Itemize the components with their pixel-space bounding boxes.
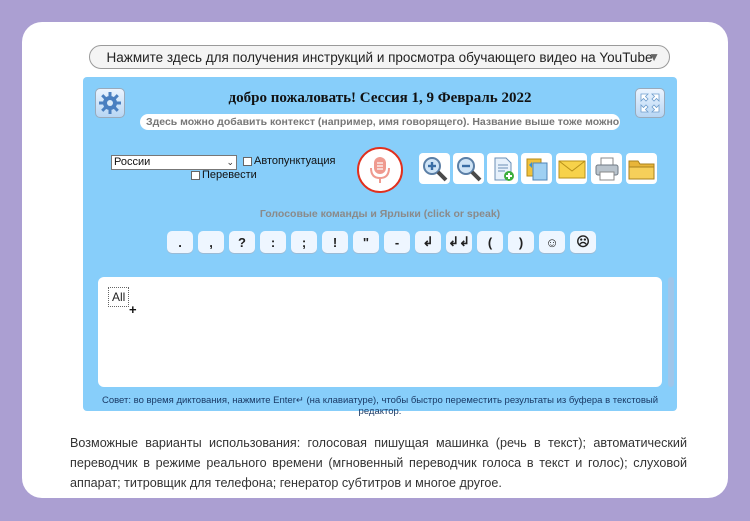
command-close-paren-button[interactable]: ) (508, 231, 534, 253)
command-semicolon-button[interactable]: ; (291, 231, 317, 253)
translate-checkbox[interactable]: Перевести (191, 169, 257, 181)
text-editor[interactable]: All + (98, 277, 662, 387)
smile-icon[interactable]: ☺ (539, 231, 565, 253)
command-comma-button[interactable]: , (198, 231, 224, 253)
instructions-text: Нажмите здесь для получения инструкций и… (106, 49, 653, 65)
copy-icon (526, 158, 547, 180)
zoom-out-icon (456, 156, 481, 181)
checkbox-box[interactable] (243, 156, 252, 166)
envelope-icon (558, 160, 585, 178)
translate-label: Перевести (202, 169, 257, 181)
command-period-button[interactable]: . (167, 231, 193, 253)
frown-icon[interactable]: ☹ (570, 231, 596, 253)
command-open-paren-button[interactable]: ( (477, 231, 503, 253)
printer-icon (595, 157, 618, 180)
content-card: Нажмите здесь для получения инструкций и… (22, 22, 728, 498)
print-button[interactable] (591, 153, 622, 184)
microphone-button[interactable] (357, 147, 403, 193)
scrollbar[interactable] (668, 277, 674, 387)
copy-button[interactable] (521, 153, 552, 184)
description-text: Возможные варианты использования: голосо… (70, 436, 687, 490)
dictation-panel: добро пожаловать! Сессия 1, 9 Февраль 20… (83, 77, 677, 417)
command-colon-button[interactable]: : (260, 231, 286, 253)
open-file-button[interactable] (626, 153, 657, 184)
language-value: России (114, 156, 151, 168)
instructions-bar[interactable]: Нажмите здесь для получения инструкций и… (89, 45, 670, 69)
zoom-in-icon (422, 156, 447, 181)
email-button[interactable] (556, 153, 587, 184)
chevron-down-icon: ⌄ (226, 157, 234, 167)
command-newline-button[interactable]: ↲ (415, 231, 441, 253)
crosshair-cursor-icon: + (129, 302, 137, 317)
expand-icon (640, 93, 660, 113)
autopunctuation-checkbox[interactable]: Автопунктуация (243, 155, 336, 167)
editor-selection: All (108, 287, 130, 307)
command-question-button[interactable]: ? (229, 231, 255, 253)
tip-text: Совет: во время диктования, нажмите Ente… (101, 395, 659, 417)
zoom-in-button[interactable] (419, 153, 450, 184)
command-dash-button[interactable]: - (384, 231, 410, 253)
context-input[interactable]: Здесь можно добавить контекст (например,… (140, 114, 620, 130)
new-document-icon (494, 157, 514, 181)
fullscreen-button[interactable] (635, 88, 665, 118)
checkbox-box[interactable] (191, 170, 200, 180)
command-exclamation-button[interactable]: ! (322, 231, 348, 253)
dropdown-arrow-icon: ▼ (648, 50, 660, 64)
commands-header: Голосовые команды и Ярлыки (click or spe… (259, 208, 501, 220)
folder-icon (628, 160, 654, 179)
command-quote-button[interactable]: " (353, 231, 379, 253)
commands-bar: . , ? : ; ! " - ↲ ↲↲ ( ) ☺ ☹ (167, 231, 596, 253)
command-new-paragraph-button[interactable]: ↲↲ (446, 231, 472, 253)
zoom-out-button[interactable] (453, 153, 484, 184)
language-select[interactable]: России ⌄ (111, 155, 237, 170)
microphone-icon (370, 157, 390, 183)
session-title[interactable]: добро пожаловать! Сессия 1, 9 Февраль 20… (83, 90, 677, 107)
new-document-button[interactable] (487, 153, 518, 184)
autopunctuation-label: Автопунктуация (254, 155, 336, 167)
